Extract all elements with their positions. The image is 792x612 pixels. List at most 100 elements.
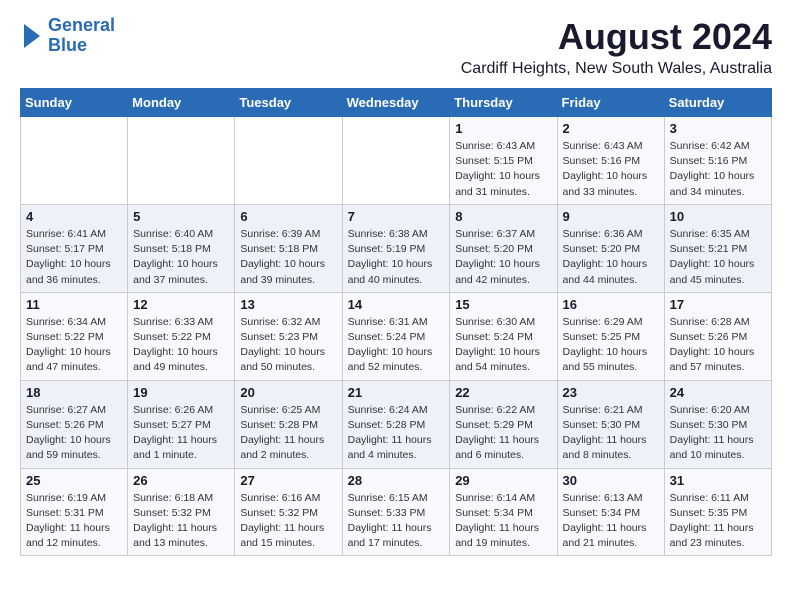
calendar-cell: 18 Sunrise: 6:27 AM Sunset: 5:26 PM Dayli… [21, 380, 128, 468]
calendar-week-row: 11 Sunrise: 6:34 AM Sunset: 5:22 PM Dayli… [21, 292, 772, 380]
calendar-cell: 23 Sunrise: 6:21 AM Sunset: 5:30 PM Dayli… [557, 380, 664, 468]
day-detail: Sunrise: 6:42 AM Sunset: 5:16 PM Dayligh… [670, 139, 766, 200]
calendar-cell: 8 Sunrise: 6:37 AM Sunset: 5:20 PM Daylig… [450, 204, 557, 292]
calendar-cell: 19 Sunrise: 6:26 AM Sunset: 5:27 PM Dayli… [128, 380, 235, 468]
calendar-cell: 3 Sunrise: 6:42 AM Sunset: 5:16 PM Daylig… [664, 117, 771, 205]
day-detail: Sunrise: 6:11 AM Sunset: 5:35 PM Dayligh… [670, 491, 766, 552]
calendar-cell: 24Sunrise: 6:20 AM Sunset: 5:30 PM Dayli… [664, 380, 771, 468]
day-number: 22 [455, 385, 551, 400]
logo: General Blue [20, 16, 115, 56]
logo-text: General Blue [48, 16, 115, 56]
day-number: 16 [563, 297, 659, 312]
day-detail: Sunrise: 6:37 AM Sunset: 5:20 PM Dayligh… [455, 227, 551, 288]
day-detail: Sunrise: 6:31 AM Sunset: 5:24 PM Dayligh… [348, 315, 445, 376]
weekday-header-wednesday: Wednesday [342, 89, 450, 117]
weekday-header-tuesday: Tuesday [235, 89, 342, 117]
calendar-cell: 14 Sunrise: 6:31 AM Sunset: 5:24 PM Dayli… [342, 292, 450, 380]
weekday-header-sunday: Sunday [21, 89, 128, 117]
day-number: 25 [26, 473, 122, 488]
calendar-cell: 5 Sunrise: 6:40 AM Sunset: 5:18 PM Daylig… [128, 204, 235, 292]
day-number: 3 [670, 121, 766, 136]
title-block: August 2024 Cardiff Heights, New South W… [461, 16, 772, 78]
calendar-cell: 29Sunrise: 6:14 AM Sunset: 5:34 PM Dayli… [450, 468, 557, 556]
weekday-header-friday: Friday [557, 89, 664, 117]
calendar-cell: 15 Sunrise: 6:30 AM Sunset: 5:24 PM Dayli… [450, 292, 557, 380]
day-number: 15 [455, 297, 551, 312]
day-number: 6 [240, 209, 336, 224]
location-subtitle: Cardiff Heights, New South Wales, Austra… [461, 60, 772, 78]
day-detail: Sunrise: 6:16 AM Sunset: 5:32 PM Dayligh… [240, 491, 336, 552]
calendar-cell [21, 117, 128, 205]
calendar-cell: 13 Sunrise: 6:32 AM Sunset: 5:23 PM Dayli… [235, 292, 342, 380]
logo-icon [20, 22, 44, 50]
calendar-cell: 4Sunrise: 6:41 AM Sunset: 5:17 PM Daylig… [21, 204, 128, 292]
day-detail: Sunrise: 6:35 AM Sunset: 5:21 PM Dayligh… [670, 227, 766, 288]
calendar-cell: 28 Sunrise: 6:15 AM Sunset: 5:33 PM Dayli… [342, 468, 450, 556]
day-number: 18 [26, 385, 122, 400]
day-detail: Sunrise: 6:28 AM Sunset: 5:26 PM Dayligh… [670, 315, 766, 376]
day-number: 7 [348, 209, 445, 224]
day-detail: Sunrise: 6:21 AM Sunset: 5:30 PM Dayligh… [563, 403, 659, 464]
calendar-week-row: 18 Sunrise: 6:27 AM Sunset: 5:26 PM Dayli… [21, 380, 772, 468]
calendar-week-row: 4Sunrise: 6:41 AM Sunset: 5:17 PM Daylig… [21, 204, 772, 292]
day-number: 2 [563, 121, 659, 136]
weekday-header-monday: Monday [128, 89, 235, 117]
day-detail: Sunrise: 6:22 AM Sunset: 5:29 PM Dayligh… [455, 403, 551, 464]
day-number: 20 [240, 385, 336, 400]
day-detail: Sunrise: 6:15 AM Sunset: 5:33 PM Dayligh… [348, 491, 445, 552]
calendar-cell: 9 Sunrise: 6:36 AM Sunset: 5:20 PM Daylig… [557, 204, 664, 292]
calendar-cell: 16 Sunrise: 6:29 AM Sunset: 5:25 PM Dayli… [557, 292, 664, 380]
day-number: 8 [455, 209, 551, 224]
day-detail: Sunrise: 6:30 AM Sunset: 5:24 PM Dayligh… [455, 315, 551, 376]
day-detail: Sunrise: 6:40 AM Sunset: 5:18 PM Dayligh… [133, 227, 229, 288]
day-detail: Sunrise: 6:29 AM Sunset: 5:25 PM Dayligh… [563, 315, 659, 376]
day-detail: Sunrise: 6:36 AM Sunset: 5:20 PM Dayligh… [563, 227, 659, 288]
calendar-cell: 22 Sunrise: 6:22 AM Sunset: 5:29 PM Dayli… [450, 380, 557, 468]
day-detail: Sunrise: 6:32 AM Sunset: 5:23 PM Dayligh… [240, 315, 336, 376]
day-number: 9 [563, 209, 659, 224]
calendar-cell: 31 Sunrise: 6:11 AM Sunset: 5:35 PM Dayli… [664, 468, 771, 556]
weekday-header-thursday: Thursday [450, 89, 557, 117]
calendar-cell: 2Sunrise: 6:43 AM Sunset: 5:16 PM Daylig… [557, 117, 664, 205]
calendar-week-row: 1Sunrise: 6:43 AM Sunset: 5:15 PM Daylig… [21, 117, 772, 205]
calendar-cell: 27 Sunrise: 6:16 AM Sunset: 5:32 PM Dayli… [235, 468, 342, 556]
calendar-cell: 12Sunrise: 6:33 AM Sunset: 5:22 PM Dayli… [128, 292, 235, 380]
month-year-title: August 2024 [461, 16, 772, 58]
day-detail: Sunrise: 6:14 AM Sunset: 5:34 PM Dayligh… [455, 491, 551, 552]
calendar-cell: 17 Sunrise: 6:28 AM Sunset: 5:26 PM Dayli… [664, 292, 771, 380]
day-number: 27 [240, 473, 336, 488]
calendar-cell: 20 Sunrise: 6:25 AM Sunset: 5:28 PM Dayli… [235, 380, 342, 468]
day-number: 11 [26, 297, 122, 312]
calendar-cell: 21Sunrise: 6:24 AM Sunset: 5:28 PM Dayli… [342, 380, 450, 468]
calendar-cell: 30 Sunrise: 6:13 AM Sunset: 5:34 PM Dayli… [557, 468, 664, 556]
day-number: 30 [563, 473, 659, 488]
day-number: 28 [348, 473, 445, 488]
day-number: 12 [133, 297, 229, 312]
day-number: 19 [133, 385, 229, 400]
calendar-cell: 10 Sunrise: 6:35 AM Sunset: 5:21 PM Dayli… [664, 204, 771, 292]
day-detail: Sunrise: 6:39 AM Sunset: 5:18 PM Dayligh… [240, 227, 336, 288]
day-number: 10 [670, 209, 766, 224]
day-detail: Sunrise: 6:27 AM Sunset: 5:26 PM Dayligh… [26, 403, 122, 464]
day-detail: Sunrise: 6:25 AM Sunset: 5:28 PM Dayligh… [240, 403, 336, 464]
day-number: 5 [133, 209, 229, 224]
day-detail: Sunrise: 6:19 AM Sunset: 5:31 PM Dayligh… [26, 491, 122, 552]
day-number: 31 [670, 473, 766, 488]
weekday-header-row: SundayMondayTuesdayWednesdayThursdayFrid… [21, 89, 772, 117]
day-number: 14 [348, 297, 445, 312]
day-detail: Sunrise: 6:26 AM Sunset: 5:27 PM Dayligh… [133, 403, 229, 464]
calendar-cell: 7 Sunrise: 6:38 AM Sunset: 5:19 PM Daylig… [342, 204, 450, 292]
calendar-cell: 1Sunrise: 6:43 AM Sunset: 5:15 PM Daylig… [450, 117, 557, 205]
day-detail: Sunrise: 6:13 AM Sunset: 5:34 PM Dayligh… [563, 491, 659, 552]
day-number: 23 [563, 385, 659, 400]
day-number: 17 [670, 297, 766, 312]
day-detail: Sunrise: 6:20 AM Sunset: 5:30 PM Dayligh… [670, 403, 766, 464]
day-detail: Sunrise: 6:34 AM Sunset: 5:22 PM Dayligh… [26, 315, 122, 376]
calendar-cell: 11 Sunrise: 6:34 AM Sunset: 5:22 PM Dayli… [21, 292, 128, 380]
day-detail: Sunrise: 6:18 AM Sunset: 5:32 PM Dayligh… [133, 491, 229, 552]
page-header: General Blue August 2024 Cardiff Heights… [20, 16, 772, 78]
day-number: 26 [133, 473, 229, 488]
day-detail: Sunrise: 6:38 AM Sunset: 5:19 PM Dayligh… [348, 227, 445, 288]
day-detail: Sunrise: 6:41 AM Sunset: 5:17 PM Dayligh… [26, 227, 122, 288]
day-number: 13 [240, 297, 336, 312]
